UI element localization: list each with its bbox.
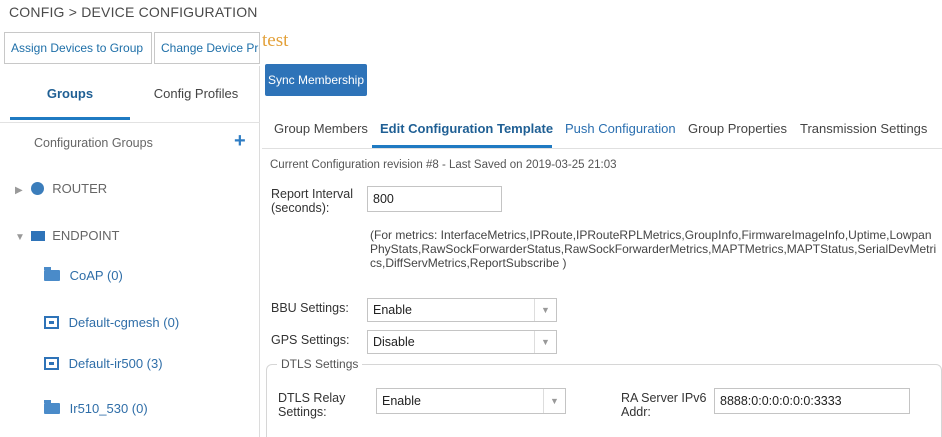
select-value: Disable [373,335,415,349]
tab-transmission-settings[interactable]: Transmission Settings [800,121,927,136]
tabs-divider [0,122,260,123]
assign-devices-button[interactable]: Assign Devices to Group [4,32,152,64]
report-interval-input[interactable] [367,186,502,212]
folder-icon [44,400,60,414]
group-item-default-ir500[interactable]: Default-ir500 (3) [44,356,163,371]
chevron-down-icon[interactable]: ▼ [534,331,556,353]
configuration-groups-label: Configuration Groups [34,136,153,150]
tab-config-profiles[interactable]: Config Profiles [132,66,260,122]
router-icon [30,182,44,195]
folder-icon [44,267,60,281]
ra-server-label: RA Server IPv6 Addr: [621,391,707,419]
tree-item-endpoint[interactable]: ▼ ENDPOINT [15,228,119,243]
bbu-settings-select[interactable]: Enable ▼ [367,298,557,322]
ra-server-input[interactable] [714,388,910,414]
left-panel: Groups Config Profiles [0,66,260,437]
tab-group-properties[interactable]: Group Properties [688,121,787,136]
select-value: Enable [373,303,412,317]
group-item-label: CoAP (0) [69,268,123,283]
collapse-arrow-icon[interactable]: ▼ [15,232,27,243]
bbu-settings-label: BBU Settings: [271,301,349,315]
tab-group-members[interactable]: Group Members [274,121,368,136]
tab-push-configuration[interactable]: Push Configuration [565,121,676,136]
breadcrumb: CONFIG > DEVICE CONFIGURATION [9,4,258,20]
group-item-label: Default-cgmesh (0) [68,315,180,330]
group-item-label: Ir510_530 (0) [69,401,148,416]
gps-settings-label: GPS Settings: [271,333,350,347]
tree-item-label: ROUTER [52,181,108,196]
chevron-down-icon[interactable]: ▼ [543,389,565,413]
group-item-label: Default-ir500 (3) [68,356,163,371]
tree-item-label: ENDPOINT [52,228,120,243]
overlay-text: test [262,30,289,51]
metrics-note: (For metrics: InterfaceMetrics,IPRoute,I… [370,228,937,270]
left-tabs: Groups Config Profiles [0,66,260,123]
tabs-divider [262,148,942,149]
sync-membership-button[interactable]: Sync Membership [265,64,367,96]
gps-settings-select[interactable]: Disable ▼ [367,330,557,354]
group-item-default-cgmesh[interactable]: Default-cgmesh (0) [44,315,179,330]
chevron-down-icon[interactable]: ▼ [534,299,556,321]
dtls-relay-label: DTLS Relay Settings: [278,391,346,419]
select-value: Enable [382,394,421,408]
group-item-coap[interactable]: CoAP (0) [44,267,123,283]
dtls-settings-legend: DTLS Settings [277,357,363,371]
tab-edit-configuration-template[interactable]: Edit Configuration Template [380,121,553,136]
box-icon [44,316,59,329]
report-interval-label: Report Interval (seconds): [271,187,353,215]
revision-status: Current Configuration revision #8 - Last… [270,159,617,171]
dtls-relay-select[interactable]: Enable ▼ [376,388,566,414]
change-device-profile-button[interactable]: Change Device Pro [154,32,260,64]
box-icon [44,357,59,370]
add-group-icon[interactable]: + [234,131,246,151]
expand-arrow-icon[interactable]: ▶ [15,185,27,196]
tree-item-router[interactable]: ▶ ROUTER [15,181,107,196]
endpoint-icon [30,231,45,241]
group-item-ir510-530[interactable]: Ir510_530 (0) [44,400,148,416]
tab-groups[interactable]: Groups [10,66,130,120]
